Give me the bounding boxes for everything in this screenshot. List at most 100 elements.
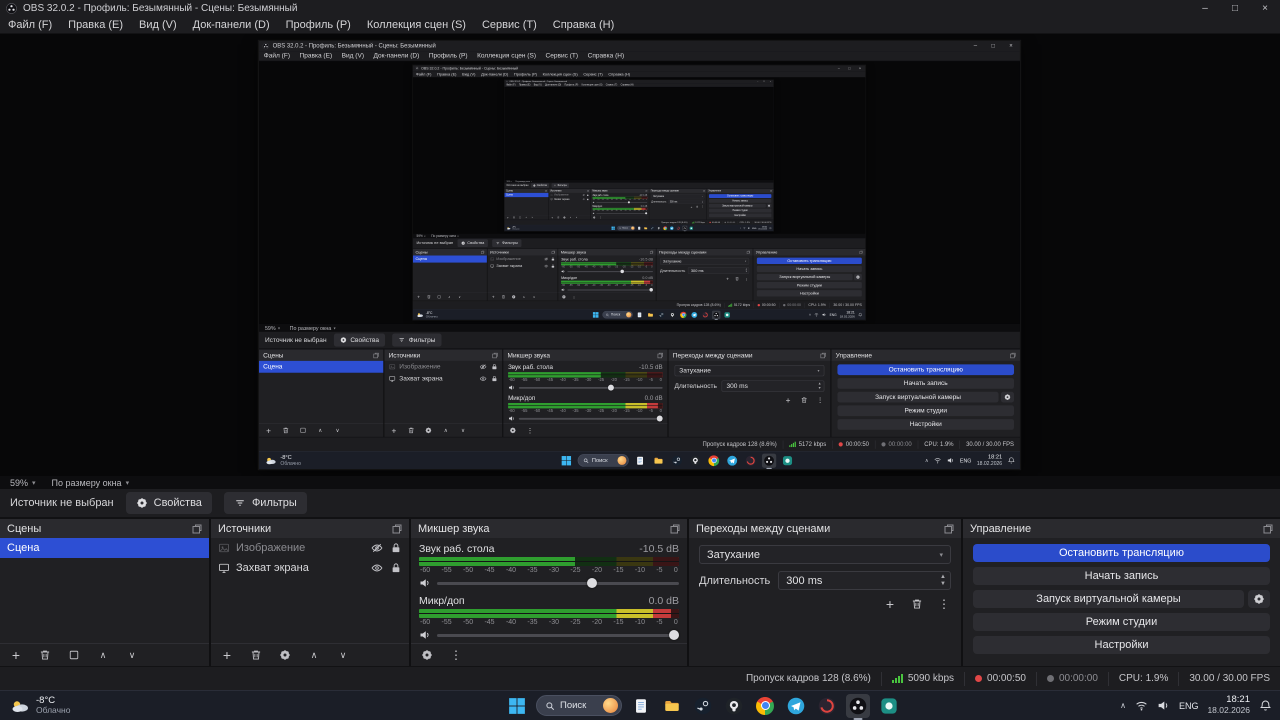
add-transition-button[interactable]: + (690, 205, 693, 208)
menu-file[interactable]: Файл (F) (259, 51, 295, 61)
eye-icon[interactable] (479, 375, 487, 382)
transition-select[interactable]: Затухание ▾ (699, 545, 951, 564)
move-scene-up-button[interactable]: ∧ (316, 426, 324, 434)
dock-popout-icon[interactable] (944, 524, 954, 534)
spinner-arrows[interactable]: ▲ ▼ (936, 572, 950, 589)
preview-area[interactable] (504, 87, 774, 180)
taskbar-search[interactable]: Поиск (536, 695, 622, 716)
taskbar-app-browser-red[interactable] (676, 226, 681, 231)
scenes-dock-header[interactable]: Сцены (259, 349, 384, 361)
speaker-icon[interactable] (419, 577, 431, 589)
speaker-icon[interactable] (592, 212, 596, 215)
taskbar-app-github[interactable] (656, 226, 661, 231)
start-virtual-camera-button[interactable]: Запуск виртуальной камеры (756, 273, 853, 281)
taskbar-app-github[interactable] (722, 694, 746, 718)
move-source-down-button[interactable]: ∨ (575, 216, 578, 219)
source-properties-button[interactable] (278, 648, 292, 662)
eye-off-icon[interactable] (544, 257, 549, 261)
move-scene-up-button[interactable]: ∧ (525, 216, 528, 219)
spin-down-icon[interactable]: ▼ (745, 271, 747, 273)
dock-popout-icon[interactable] (1263, 524, 1273, 534)
eye-icon[interactable] (582, 198, 585, 201)
source-item-display-capture[interactable]: Захват экрана (211, 558, 409, 578)
add-scene-button[interactable]: + (264, 426, 272, 434)
dock-popout-icon[interactable] (820, 352, 826, 358)
dock-popout-icon[interactable] (859, 250, 863, 254)
volume-slider-handle[interactable] (669, 630, 680, 640)
wifi-icon[interactable] (743, 227, 746, 230)
filters-button[interactable]: Фильтры (223, 492, 307, 514)
remove-source-button[interactable] (407, 426, 415, 434)
studio-mode-button[interactable]: Режим студии (837, 405, 1015, 417)
virtual-camera-settings-button[interactable] (1248, 590, 1270, 608)
scenes-dock-header[interactable]: Сцены (0, 519, 209, 538)
eye-off-icon[interactable] (479, 363, 487, 370)
properties-button[interactable]: Свойства (457, 239, 488, 248)
mixer-settings-button[interactable] (561, 294, 566, 299)
lock-icon[interactable] (390, 542, 402, 554)
menu-docks[interactable]: Док-панели (D) (478, 71, 511, 77)
taskbar-app-teal[interactable] (780, 453, 794, 467)
taskbar-app-chrome[interactable] (753, 694, 777, 718)
start-recording-button[interactable]: Начать запись (756, 265, 862, 273)
transition-menu-button[interactable]: ⋮ (816, 396, 824, 404)
dock-popout-icon[interactable] (551, 250, 556, 254)
start-recording-button[interactable]: Начать запись (837, 378, 1015, 389)
taskbar-search[interactable]: Поиск (617, 225, 636, 231)
minimize-button[interactable]: – (966, 41, 984, 51)
add-source-button[interactable]: + (491, 294, 496, 299)
preview-area[interactable]: OBS 32.0.2 - Профиль: Безымянный - Сцены… (412, 77, 866, 234)
language-indicator[interactable]: ENG (1179, 701, 1199, 711)
transition-select[interactable]: Затухание ▾ (660, 257, 750, 265)
move-scene-down-button[interactable]: ∨ (333, 426, 341, 434)
add-scene-button[interactable]: + (506, 216, 509, 219)
taskbar-app-chrome[interactable] (663, 226, 668, 231)
move-source-down-button[interactable]: ∨ (336, 648, 350, 662)
scene-item[interactable]: Сцена (412, 255, 487, 263)
start-button[interactable] (559, 453, 573, 467)
language-indicator[interactable]: ENG (830, 313, 837, 317)
volume-slider-handle[interactable] (627, 201, 630, 204)
transitions-dock-header[interactable]: Переходы между сценами (668, 349, 831, 361)
status-dropped-frames[interactable]: Пропуск кадров 128 (8.6%) (736, 672, 881, 686)
spinner-arrows[interactable]: ▲ ▼ (815, 381, 823, 391)
spinner-arrows[interactable]: ▲ ▼ (701, 200, 704, 204)
lock-icon[interactable] (586, 198, 589, 201)
sources-dock-header[interactable]: Источники (211, 519, 409, 538)
transitions-dock-header[interactable]: Переходы между сценами (656, 248, 753, 256)
dock-popout-icon[interactable] (645, 189, 648, 192)
scene-item[interactable]: Сцена (0, 538, 209, 558)
spin-up-icon[interactable]: ▲ (940, 574, 946, 581)
speaker-icon[interactable] (508, 415, 515, 422)
spin-down-icon[interactable]: ▼ (940, 581, 946, 588)
mixer-menu-button[interactable]: ⋮ (572, 294, 577, 299)
start-recording-button[interactable]: Начать запись (708, 198, 772, 203)
remove-transition-button[interactable] (696, 205, 699, 208)
mixer-menu-button[interactable]: ⋮ (599, 216, 602, 219)
move-source-down-button[interactable]: ∨ (532, 294, 537, 299)
status-dropped-frames[interactable]: Пропуск кадров 128 (8.6%) (659, 221, 689, 224)
volume-slider[interactable] (567, 269, 653, 274)
eye-icon[interactable] (371, 562, 383, 574)
menu-profile[interactable]: Профиль (P) (511, 71, 540, 77)
dock-popout-icon[interactable] (670, 524, 680, 534)
taskbar-app-telegram[interactable] (669, 226, 674, 231)
volume-icon[interactable] (947, 457, 955, 465)
status-dropped-frames[interactable]: Пропуск кадров 128 (8.6%) (673, 303, 724, 308)
remove-source-button[interactable] (249, 648, 263, 662)
virtual-camera-settings-button[interactable] (854, 273, 862, 281)
filters-button[interactable]: Фильтры (492, 239, 522, 248)
speaker-icon[interactable] (592, 201, 596, 204)
mixer-dock-header[interactable]: Микшер звука (503, 349, 668, 361)
transition-menu-button[interactable]: ⋮ (744, 276, 749, 281)
tray-clock[interactable]: 18:21 18.02.2026 (1207, 694, 1250, 716)
weather-widget[interactable]: -8°C Облачно (505, 226, 519, 230)
lock-icon[interactable] (551, 257, 555, 261)
menu-view[interactable]: Вид (V) (459, 71, 478, 77)
taskbar-app-teal[interactable] (689, 226, 694, 231)
close-button[interactable]: × (1250, 0, 1280, 17)
sources-dock-header[interactable]: Источники (487, 248, 558, 256)
taskbar-app-browser-red[interactable] (701, 310, 709, 318)
tray-clock[interactable]: 18:21 18.02.2026 (840, 311, 855, 318)
move-source-up-button[interactable]: ∧ (521, 294, 526, 299)
